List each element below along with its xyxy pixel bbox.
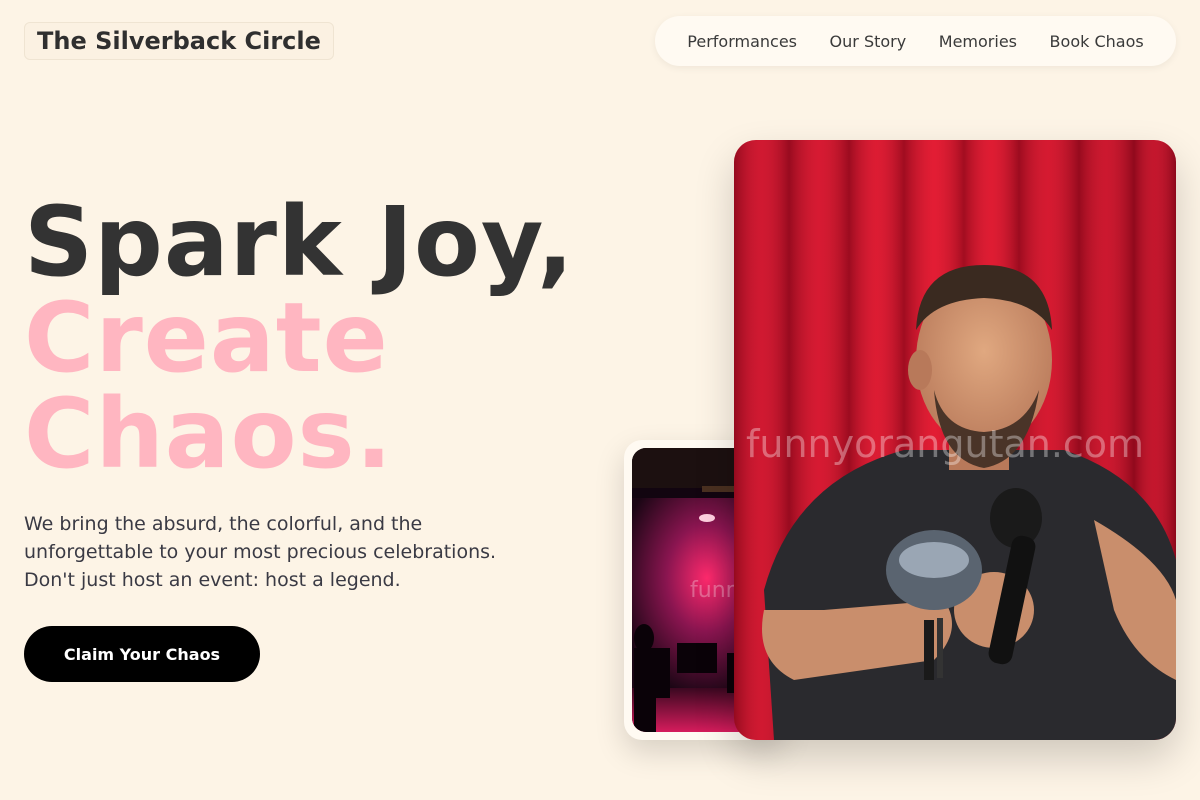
nav-link-performances[interactable]: Performances xyxy=(687,32,797,51)
headline-line-2: Create xyxy=(24,282,389,394)
landing-page: The Silverback Circle Performances Our S… xyxy=(0,0,1200,800)
performer-photo: funnyorangutan.com xyxy=(734,140,1176,740)
hero-subtext: We bring the absurd, the colorful, and t… xyxy=(24,510,564,594)
headline-line-3: Chaos. xyxy=(24,378,394,490)
nav-link-book-chaos[interactable]: Book Chaos xyxy=(1050,32,1144,51)
brand-logo[interactable]: The Silverback Circle xyxy=(24,22,334,60)
brand-name: The Silverback Circle xyxy=(37,27,321,55)
nav-link-our-story[interactable]: Our Story xyxy=(830,32,907,51)
hero-headline: Spark Joy, Create Chaos. xyxy=(24,194,575,482)
headline-line-1: Spark Joy, xyxy=(24,186,575,298)
main-nav: Performances Our Story Memories Book Cha… xyxy=(655,16,1176,66)
claim-chaos-button[interactable]: Claim Your Chaos xyxy=(24,626,260,682)
nav-link-memories[interactable]: Memories xyxy=(939,32,1017,51)
main-photo-watermark: funnyorangutan.com xyxy=(746,422,1145,466)
subtext-line-3: Don't just host an event: host a legend. xyxy=(24,569,401,591)
subtext-line-2: unforgettable to your most precious cele… xyxy=(24,541,497,563)
subtext-line-1: We bring the absurd, the colorful, and t… xyxy=(24,513,423,535)
